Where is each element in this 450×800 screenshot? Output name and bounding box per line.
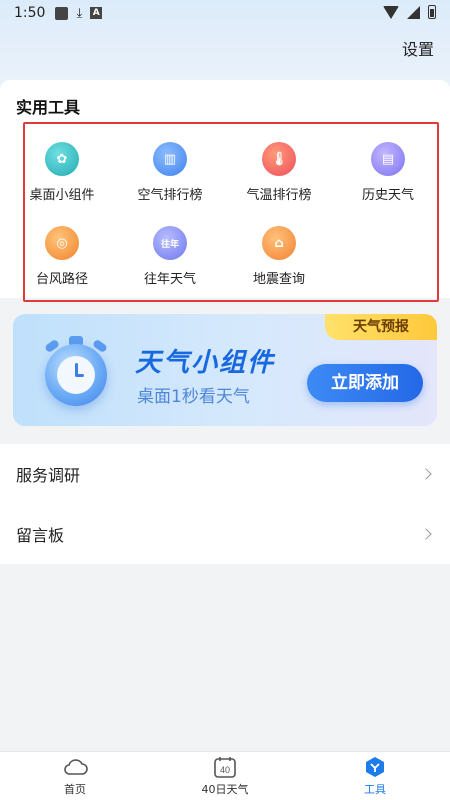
earthquake-icon: ⌂ <box>262 226 296 260</box>
tool-history-weather[interactable]: ▤ 历史天气 <box>338 142 438 203</box>
tab-40-day-weather[interactable]: 40 40日天气 <box>175 756 275 797</box>
tab-label: 首页 <box>64 783 86 796</box>
tool-temperature-ranking[interactable]: 🌡 气温排行榜 <box>229 142 329 203</box>
bottom-tabbar: 首页 40 40日天气 工具 <box>0 751 450 800</box>
settings-button[interactable]: 设置 <box>402 36 434 60</box>
tool-earthquake-query[interactable]: ⌂ 地震查询 <box>229 226 329 287</box>
chevron-right-icon <box>420 468 432 480</box>
tools-title: 实用工具 <box>16 98 81 117</box>
tool-air-ranking[interactable]: ▥ 空气排行榜 <box>120 142 220 203</box>
list-item-label: 服务调研 <box>16 466 81 485</box>
tab-home[interactable]: 首页 <box>25 756 125 797</box>
a-icon: A <box>90 7 103 19</box>
thermometer-icon: 🌡 <box>262 142 296 176</box>
image-icon <box>55 6 69 20</box>
tool-desktop-widget[interactable]: ✿ 桌面小组件 <box>12 142 112 203</box>
tool-past-year-weather[interactable]: 往年 往年天气 <box>120 226 220 287</box>
tab-label: 工具 <box>364 783 386 796</box>
tab-tools[interactable]: 工具 <box>325 756 425 797</box>
settings-list: 服务调研 留言板 <box>0 444 450 564</box>
tools-card: 实用工具 ✿ 桌面小组件 ▥ 空气排行榜 🌡 气温排行榜 ▤ 历史天气 ◎ 台风… <box>0 80 450 302</box>
list-item-survey[interactable]: 服务调研 <box>0 444 450 504</box>
calendar-40-glyph: 40 <box>220 765 230 775</box>
tools-hex-icon <box>363 756 387 778</box>
bar-chart-icon: ▥ <box>153 142 187 176</box>
past-year-icon: 往年 <box>153 226 187 260</box>
banner-title: 天气小组件 <box>135 348 276 378</box>
tool-typhoon-path[interactable]: ◎ 台风路径 <box>12 226 112 287</box>
chevron-right-icon <box>420 528 432 540</box>
tool-label: 空气排行榜 <box>137 188 203 203</box>
tool-label: 地震查询 <box>252 272 305 287</box>
calendar-clock-icon: ▤ <box>371 142 405 176</box>
list-item-message-board[interactable]: 留言板 <box>0 504 450 564</box>
widget-banner[interactable]: 天气预报 天气小组件 桌面1秒看天气 立即添加 <box>13 314 437 426</box>
calendar-40-icon: 40 <box>213 756 237 778</box>
tool-label: 往年天气 <box>143 272 196 287</box>
banner-tag: 天气预报 <box>325 314 437 340</box>
cloud-icon <box>63 756 88 778</box>
tool-label: 历史天气 <box>361 188 414 203</box>
list-item-label: 留言板 <box>16 526 65 545</box>
wifi-icon <box>383 5 399 19</box>
tab-label: 40日天气 <box>201 783 249 796</box>
puzzle-icon: ✿ <box>45 142 79 176</box>
download-icon: ⤓ <box>76 5 83 21</box>
tool-label: 桌面小组件 <box>29 188 95 203</box>
banner-subtitle: 桌面1秒看天气 <box>137 387 250 407</box>
status-bar: 1:50 ⤓ A <box>0 0 450 26</box>
alarm-clock-icon <box>39 334 113 408</box>
typhoon-icon: ◎ <box>45 226 79 260</box>
battery-icon <box>428 5 436 19</box>
add-widget-button[interactable]: 立即添加 <box>307 364 423 402</box>
tool-label: 气温排行榜 <box>246 188 312 203</box>
signal-icon <box>407 5 420 19</box>
status-time: 1:50 <box>14 5 46 21</box>
tool-label: 台风路径 <box>35 272 88 287</box>
